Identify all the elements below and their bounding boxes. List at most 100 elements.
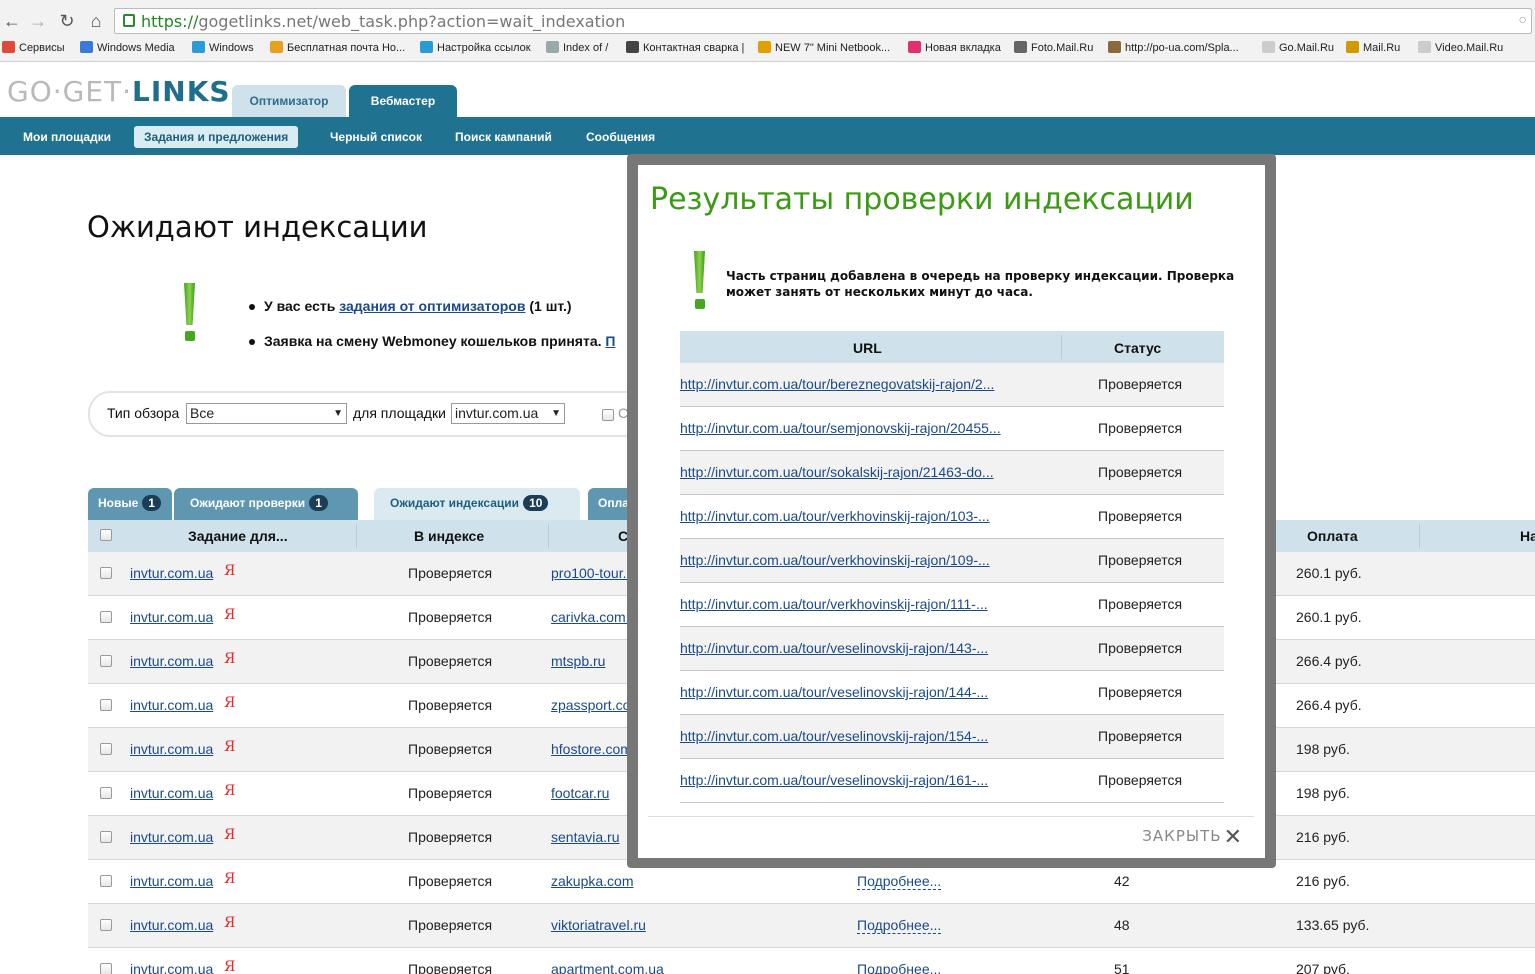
modal-table-row: http://invtur.com.ua/tour/verkhovinskij-… [680, 495, 1224, 539]
notice-link[interactable]: П [605, 333, 615, 349]
row-checkbox[interactable] [100, 611, 112, 623]
row-checkbox[interactable] [100, 919, 112, 931]
row-checkbox[interactable] [100, 787, 112, 799]
bookmark-item[interactable]: http://po-ua.com/Spla... [1108, 41, 1239, 54]
url-link[interactable]: http://invtur.com.ua/tour/verkhovinskij-… [680, 552, 990, 568]
donor-site-link[interactable]: pro100-tour.r [551, 565, 631, 581]
url-link[interactable]: http://invtur.com.ua/tour/veselinovskij-… [680, 640, 988, 656]
view-type-label: Тип обзора [107, 405, 180, 421]
site-link[interactable]: invtur.com.ua [130, 741, 213, 757]
donor-site-link[interactable]: footcar.ru [551, 785, 609, 801]
address-bar[interactable]: https://gogetlinks.net/web_task.php?acti… [114, 8, 1532, 34]
page-icon [1262, 41, 1275, 53]
bookmark-item[interactable]: Index of / [546, 41, 608, 54]
status-text: Проверяется [1098, 420, 1183, 436]
count-value: 42 [1114, 873, 1130, 889]
bookmark-item[interactable]: Настройка ссылок [420, 41, 531, 54]
site-select[interactable]: invtur.com.ua ▼ [451, 403, 565, 424]
tab-awaiting-check[interactable]: Ожидают проверки 1 [174, 488, 358, 520]
donor-site-link[interactable]: carivka.com.u [551, 609, 637, 625]
bookmark-item[interactable]: Windows [192, 41, 254, 54]
bookmark-item[interactable]: Бесплатная почта Но... [270, 41, 405, 54]
site-link[interactable]: invtur.com.ua [130, 653, 213, 669]
bookmark-item[interactable]: Сервисы [2, 41, 65, 54]
main-menu: Мои площадки Задания и предложения Черны… [0, 117, 1535, 155]
tab-webmaster[interactable]: Вебмастер [349, 85, 457, 118]
bookmark-item[interactable]: Новая вкладка [908, 41, 1001, 54]
bookmark-item[interactable]: Video.Mail.Ru [1418, 41, 1503, 54]
bookmark-item[interactable]: Mail.Ru [1346, 41, 1400, 54]
col-status: Статус [1114, 340, 1162, 356]
bookmark-item[interactable]: Windows Media [80, 41, 175, 54]
payment-value: 207 руб. [1296, 961, 1350, 974]
modal-table-row: http://invtur.com.ua/tour/veselinovskij-… [680, 671, 1224, 715]
forward-icon[interactable]: → [28, 11, 48, 31]
tab-new[interactable]: Новые 1 [88, 488, 172, 520]
url-link[interactable]: http://invtur.com.ua/tour/sokalskij-rajo… [680, 464, 994, 480]
url-link[interactable]: http://invtur.com.ua/tour/semjonovskij-r… [680, 420, 1001, 436]
row-checkbox[interactable] [100, 567, 112, 579]
site-link[interactable]: invtur.com.ua [130, 565, 213, 581]
url-link[interactable]: http://invtur.com.ua/tour/veselinovskij-… [680, 684, 988, 700]
donor-site-link[interactable]: zakupka.com [551, 873, 633, 889]
divider [1419, 524, 1420, 548]
row-checkbox[interactable] [100, 831, 112, 843]
donor-site-link[interactable]: mtspb.ru [551, 653, 605, 669]
row-checkbox[interactable] [100, 743, 112, 755]
yandex-icon: Я [224, 871, 236, 887]
site-link[interactable]: invtur.com.ua [130, 609, 213, 625]
row-checkbox[interactable] [100, 875, 112, 887]
menu-my-sites[interactable]: Мои площадки [13, 126, 121, 148]
site-link[interactable]: invtur.com.ua [130, 829, 213, 845]
donor-site-link[interactable]: sentavia.ru [551, 829, 619, 845]
url-link[interactable]: http://invtur.com.ua/tour/bereznegovatsk… [680, 376, 994, 392]
tab-optimizer[interactable]: Оптимизатор [232, 85, 346, 118]
optimizer-tasks-link[interactable]: задания от оптимизаторов [339, 298, 525, 314]
menu-messages[interactable]: Сообщения [576, 126, 665, 148]
row-checkbox[interactable] [100, 963, 112, 974]
url-link[interactable]: http://invtur.com.ua/tour/veselinovskij-… [680, 728, 988, 744]
bookmark-item[interactable]: Foto.Mail.Ru [1014, 41, 1093, 54]
home-icon[interactable]: ⌂ [86, 11, 106, 31]
close-button[interactable]: ЗАКРЫТЬ✕ [1142, 825, 1243, 850]
url-link[interactable]: http://invtur.com.ua/tour/verkhovinskij-… [680, 508, 990, 524]
tab-awaiting-indexation[interactable]: Ожидают индексации 10 [374, 488, 580, 520]
bookmark-item[interactable]: NEW 7" Mini Netbook... [758, 41, 890, 54]
site-link[interactable]: invtur.com.ua [130, 873, 213, 889]
view-type-select[interactable]: Все ▼ [186, 403, 347, 424]
status-text: Проверяется [1098, 508, 1183, 524]
bookmark-star-icon[interactable]: ○ [1519, 11, 1527, 27]
count-badge: 1 [309, 495, 328, 511]
donor-site-link[interactable]: viktoriatravel.ru [551, 917, 646, 933]
index-status: Проверяется [408, 653, 493, 669]
menu-tasks-offers[interactable]: Задания и предложения [134, 126, 299, 148]
details-link[interactable]: Подробнее... [857, 873, 942, 890]
col-task[interactable]: Задание для... [188, 528, 288, 544]
col-date[interactable]: На [1520, 528, 1535, 544]
details-link[interactable]: Подробнее... [857, 961, 941, 974]
reload-icon[interactable]: ↻ [57, 11, 77, 31]
col-payment[interactable]: Оплата [1307, 528, 1358, 544]
url-link[interactable]: http://invtur.com.ua/tour/veselinovskij-… [680, 772, 988, 788]
back-icon[interactable]: ← [2, 11, 22, 31]
select-all-checkbox[interactable] [100, 529, 112, 541]
row-checkbox[interactable] [100, 655, 112, 667]
menu-blacklist[interactable]: Черный список [320, 126, 432, 148]
details-link[interactable]: Подробнее... [857, 917, 942, 934]
index-status: Проверяется [408, 609, 493, 625]
row-checkbox[interactable] [100, 699, 112, 711]
donor-site-link[interactable]: hfostore.com [551, 741, 632, 757]
bookmark-item[interactable]: Go.Mail.Ru [1262, 41, 1334, 54]
site-link[interactable]: invtur.com.ua [130, 961, 213, 974]
hide-checkbox[interactable] [602, 409, 614, 421]
site-link[interactable]: invtur.com.ua [130, 917, 213, 933]
logo[interactable]: GO·GET·LINKS [7, 75, 231, 108]
site-link[interactable]: invtur.com.ua [130, 785, 213, 801]
donor-site-link[interactable]: apartment.com.ua [551, 961, 664, 974]
site-link[interactable]: invtur.com.ua [130, 697, 213, 713]
col-in-index[interactable]: В индексе [414, 528, 484, 544]
menu-campaign-search[interactable]: Поиск кампаний [445, 126, 562, 148]
yandex-icon: Я [224, 783, 236, 799]
url-link[interactable]: http://invtur.com.ua/tour/verkhovinskij-… [680, 596, 988, 612]
bookmark-item[interactable]: Контактная сварка | [626, 41, 744, 54]
